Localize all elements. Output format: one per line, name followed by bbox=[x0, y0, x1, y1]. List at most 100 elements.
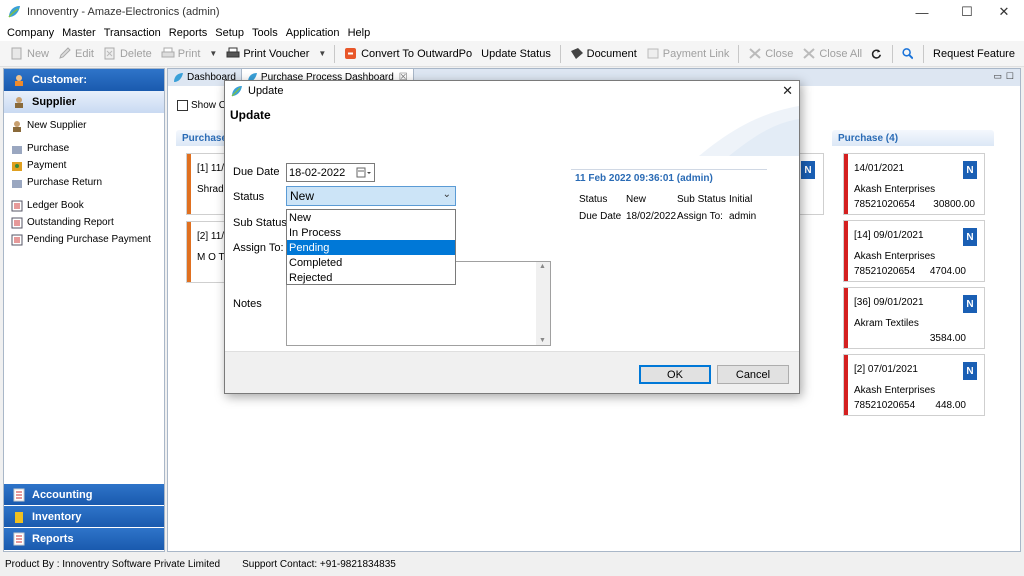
request-feature-label: Request Feature bbox=[933, 47, 1015, 60]
update-dialog: Update ✕ Update Due Date 18-02-2022 Stat… bbox=[224, 80, 800, 394]
status-badge: N bbox=[963, 228, 977, 246]
close-tab-label: Close bbox=[765, 47, 794, 60]
document-label: Document bbox=[586, 47, 637, 60]
request-feature-button[interactable]: Request Feature bbox=[933, 48, 1015, 60]
scroll-down-icon[interactable]: ▼ bbox=[539, 337, 546, 344]
card-party: Akash Enterprises bbox=[854, 184, 936, 195]
calendar-icon[interactable] bbox=[356, 167, 372, 179]
sidebar-item-label: Pending Purchase Payment bbox=[27, 234, 151, 245]
purchase-card[interactable]: [36] 09/01/2021 Akram Textiles 3584.00 N bbox=[843, 287, 985, 349]
menu-bar: Company Master Transaction Reports Setup… bbox=[0, 24, 1024, 41]
payment-link-button[interactable]: Payment Link bbox=[646, 47, 730, 60]
menu-master[interactable]: Master bbox=[58, 27, 100, 39]
edit-icon bbox=[59, 47, 71, 59]
edit-button[interactable]: Edit bbox=[58, 47, 94, 60]
purchase-card[interactable]: [2] 07/01/2021 Akash Enterprises 7852102… bbox=[843, 354, 985, 416]
scroll-up-icon[interactable]: ▲ bbox=[539, 263, 546, 270]
sidebar-item-payment[interactable]: Payment bbox=[4, 157, 164, 174]
left-navigation-panel: Customer: Supplier New Supplier Purchase… bbox=[3, 68, 165, 552]
show-closed-checkbox-row[interactable]: Show Cl bbox=[177, 100, 228, 111]
card-title: [2] 07/01/2021 bbox=[854, 364, 918, 375]
status-option-new[interactable]: New bbox=[287, 210, 455, 225]
chevron-down-icon: ⌄ bbox=[442, 189, 451, 200]
search-icon[interactable] bbox=[902, 46, 914, 61]
reports-section-header[interactable]: Reports bbox=[4, 528, 164, 550]
dialog-close-icon[interactable]: ✕ bbox=[782, 83, 793, 99]
card-amount: 4704.00 bbox=[929, 266, 966, 277]
card-status-bar bbox=[844, 154, 848, 214]
purchase-count-column-header: Purchase (4) bbox=[832, 130, 994, 146]
menu-tools[interactable]: Tools bbox=[248, 27, 282, 39]
sidebar-item-label: Purchase Return bbox=[27, 177, 103, 188]
customer-section-header[interactable]: Customer: bbox=[4, 69, 164, 91]
print-voucher-dropdown-icon[interactable]: ▼ bbox=[318, 49, 326, 58]
refresh-icon[interactable] bbox=[871, 47, 882, 61]
inventory-icon bbox=[15, 511, 23, 523]
close-all-button[interactable]: Close All bbox=[802, 47, 862, 60]
restore-pane-icon[interactable]: ▭ bbox=[993, 71, 1002, 82]
ledger-icon bbox=[11, 200, 23, 211]
printer-icon bbox=[161, 47, 175, 58]
app-logo-icon bbox=[231, 85, 242, 96]
new-label: New bbox=[27, 47, 50, 60]
card-party: Akash Enterprises bbox=[854, 251, 936, 262]
sidebar-item-label: New Supplier bbox=[27, 120, 87, 131]
document-button[interactable]: Document bbox=[570, 47, 637, 60]
sidebar-item-label: Outstanding Report bbox=[27, 217, 114, 228]
sidebar-item-ledger-book[interactable]: Ledger Book bbox=[4, 197, 164, 214]
status-bar: Product By : Innoventry Software Private… bbox=[0, 553, 1024, 576]
update-status-button[interactable]: Update Status bbox=[481, 48, 551, 60]
print-button[interactable]: Print bbox=[161, 47, 200, 60]
notes-scrollbar[interactable]: ▲ ▼ bbox=[536, 262, 550, 345]
cancel-button[interactable]: Cancel bbox=[717, 365, 789, 384]
due-date-value: 18-02-2022 bbox=[289, 166, 346, 179]
due-date-field[interactable]: 18-02-2022 bbox=[286, 163, 375, 182]
menu-company[interactable]: Company bbox=[3, 27, 58, 39]
print-dropdown-icon[interactable]: ▼ bbox=[209, 49, 217, 58]
close-window-button[interactable]: ✕ bbox=[982, 0, 1024, 24]
card-phone: 78521020654 bbox=[854, 400, 916, 411]
menu-transaction[interactable]: Transaction bbox=[100, 27, 165, 39]
purchase-card[interactable]: [14] 09/01/2021 Akash Enterprises 785210… bbox=[843, 220, 985, 282]
reports-label: Reports bbox=[32, 533, 74, 545]
payment-link-label: Payment Link bbox=[662, 47, 730, 60]
status-option-rejected[interactable]: Rejected bbox=[287, 270, 455, 285]
accounting-section-header[interactable]: Accounting bbox=[4, 484, 164, 506]
menu-setup[interactable]: Setup bbox=[211, 27, 248, 39]
show-closed-checkbox[interactable] bbox=[177, 100, 188, 111]
supplier-icon bbox=[15, 97, 23, 108]
status-select[interactable]: New ⌄ bbox=[286, 186, 456, 206]
menu-application[interactable]: Application bbox=[282, 27, 344, 39]
menu-reports[interactable]: Reports bbox=[165, 27, 212, 39]
status-badge: N bbox=[963, 161, 977, 179]
sub-status-label: Sub Status bbox=[233, 217, 287, 229]
supplier-section-header[interactable]: Supplier bbox=[4, 91, 164, 113]
title-bar: Innoventry - Amaze-Electronics (admin) —… bbox=[0, 0, 1024, 24]
card-amount: 3584.00 bbox=[929, 333, 966, 344]
ok-button[interactable]: OK bbox=[639, 365, 711, 384]
minimize-button[interactable]: — bbox=[900, 0, 944, 24]
sidebar-item-purchase[interactable]: Purchase bbox=[4, 140, 164, 157]
close-tab-button[interactable]: Close bbox=[748, 47, 793, 60]
toolbar-divider bbox=[738, 44, 740, 63]
inventory-section-header[interactable]: Inventory bbox=[4, 506, 164, 528]
sidebar-item-outstanding-report[interactable]: Outstanding Report bbox=[4, 214, 164, 231]
sidebar-item-pending-purchase-payment[interactable]: Pending Purchase Payment bbox=[4, 231, 164, 248]
card-amount: 448.00 bbox=[935, 400, 966, 411]
purchase-card[interactable]: 14/01/2021 Akash Enterprises 78521020654… bbox=[843, 153, 985, 215]
history-status-value: New bbox=[626, 194, 647, 205]
convert-outwardpo-button[interactable]: Convert To OutwardPo bbox=[344, 47, 472, 60]
status-option-in-process[interactable]: In Process bbox=[287, 225, 455, 240]
menu-help[interactable]: Help bbox=[344, 27, 375, 39]
new-button[interactable]: New bbox=[10, 47, 49, 60]
status-option-pending[interactable]: Pending bbox=[287, 240, 455, 255]
print-voucher-button[interactable]: Print Voucher bbox=[226, 47, 309, 60]
dialog-title-bar: Update ✕ bbox=[225, 81, 799, 101]
status-option-completed[interactable]: Completed bbox=[287, 255, 455, 270]
sidebar-item-purchase-return[interactable]: Purchase Return bbox=[4, 174, 164, 191]
report-icon bbox=[11, 234, 23, 245]
reports-icon bbox=[13, 532, 25, 546]
delete-button[interactable]: Delete bbox=[103, 47, 152, 60]
sidebar-item-new-supplier[interactable]: New Supplier bbox=[4, 117, 164, 134]
maximize-pane-icon[interactable]: ☐ bbox=[1006, 71, 1014, 82]
